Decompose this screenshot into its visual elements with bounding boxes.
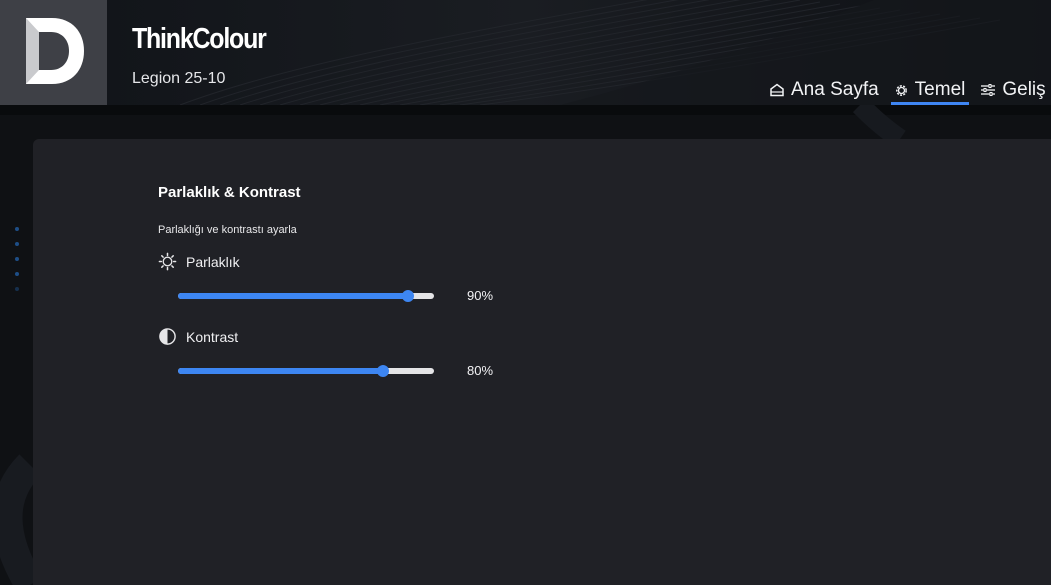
top-nav: Ana Sayfa Temel Geliş: [766, 72, 1051, 105]
brightness-slider-thumb[interactable]: [402, 290, 415, 302]
tab-temel-label: Temel: [914, 79, 966, 100]
contrast-value: 80%: [467, 363, 494, 378]
brightness-slider[interactable]: [178, 290, 434, 302]
brightness-label-row: Parlaklık: [158, 252, 240, 271]
contrast-slider[interactable]: [178, 365, 434, 377]
brightness-contrast-panel: Parlaklık & Kontrast Parlaklığı ve kontr…: [33, 139, 1051, 585]
contrast-slider-thumb[interactable]: [376, 365, 389, 377]
brightness-slider-fill: [178, 293, 409, 299]
tab-ana-sayfa-label: Ana Sayfa: [791, 79, 879, 100]
section-description: Parlaklığı ve kontrastı ayarla: [158, 224, 297, 236]
contrast-label-row: Kontrast: [158, 327, 238, 346]
contrast-label: Kontrast: [186, 328, 239, 345]
contrast-icon: [159, 328, 176, 345]
tab-ana-sayfa[interactable]: Ana Sayfa: [766, 72, 883, 105]
section-title: Parlaklık & Kontrast: [158, 184, 301, 201]
contrast-slider-fill: [178, 368, 383, 374]
home-icon: [770, 83, 784, 97]
brightness-value: 90%: [467, 288, 494, 303]
d-logo-icon: [26, 18, 84, 84]
tab-gelismis[interactable]: Geliş: [977, 72, 1049, 105]
decorative-dots: [15, 227, 19, 302]
tab-temel[interactable]: Temel: [890, 72, 970, 105]
thinkcolour-app: ThinkColour Legion 25-10 Ana Sayfa Temel: [0, 0, 1051, 585]
device-name: Legion 25-10: [132, 70, 226, 87]
brand-wordmark: ThinkColour: [132, 23, 267, 55]
app-logo: [0, 0, 107, 105]
app-header: ThinkColour Legion 25-10 Ana Sayfa Temel: [0, 0, 1051, 105]
gear-icon: [895, 84, 907, 96]
sliders-icon: [981, 84, 996, 96]
tab-gelismis-label: Geliş: [1002, 79, 1046, 100]
brightness-label: Parlaklık: [186, 253, 240, 270]
sun-icon: [158, 252, 177, 271]
